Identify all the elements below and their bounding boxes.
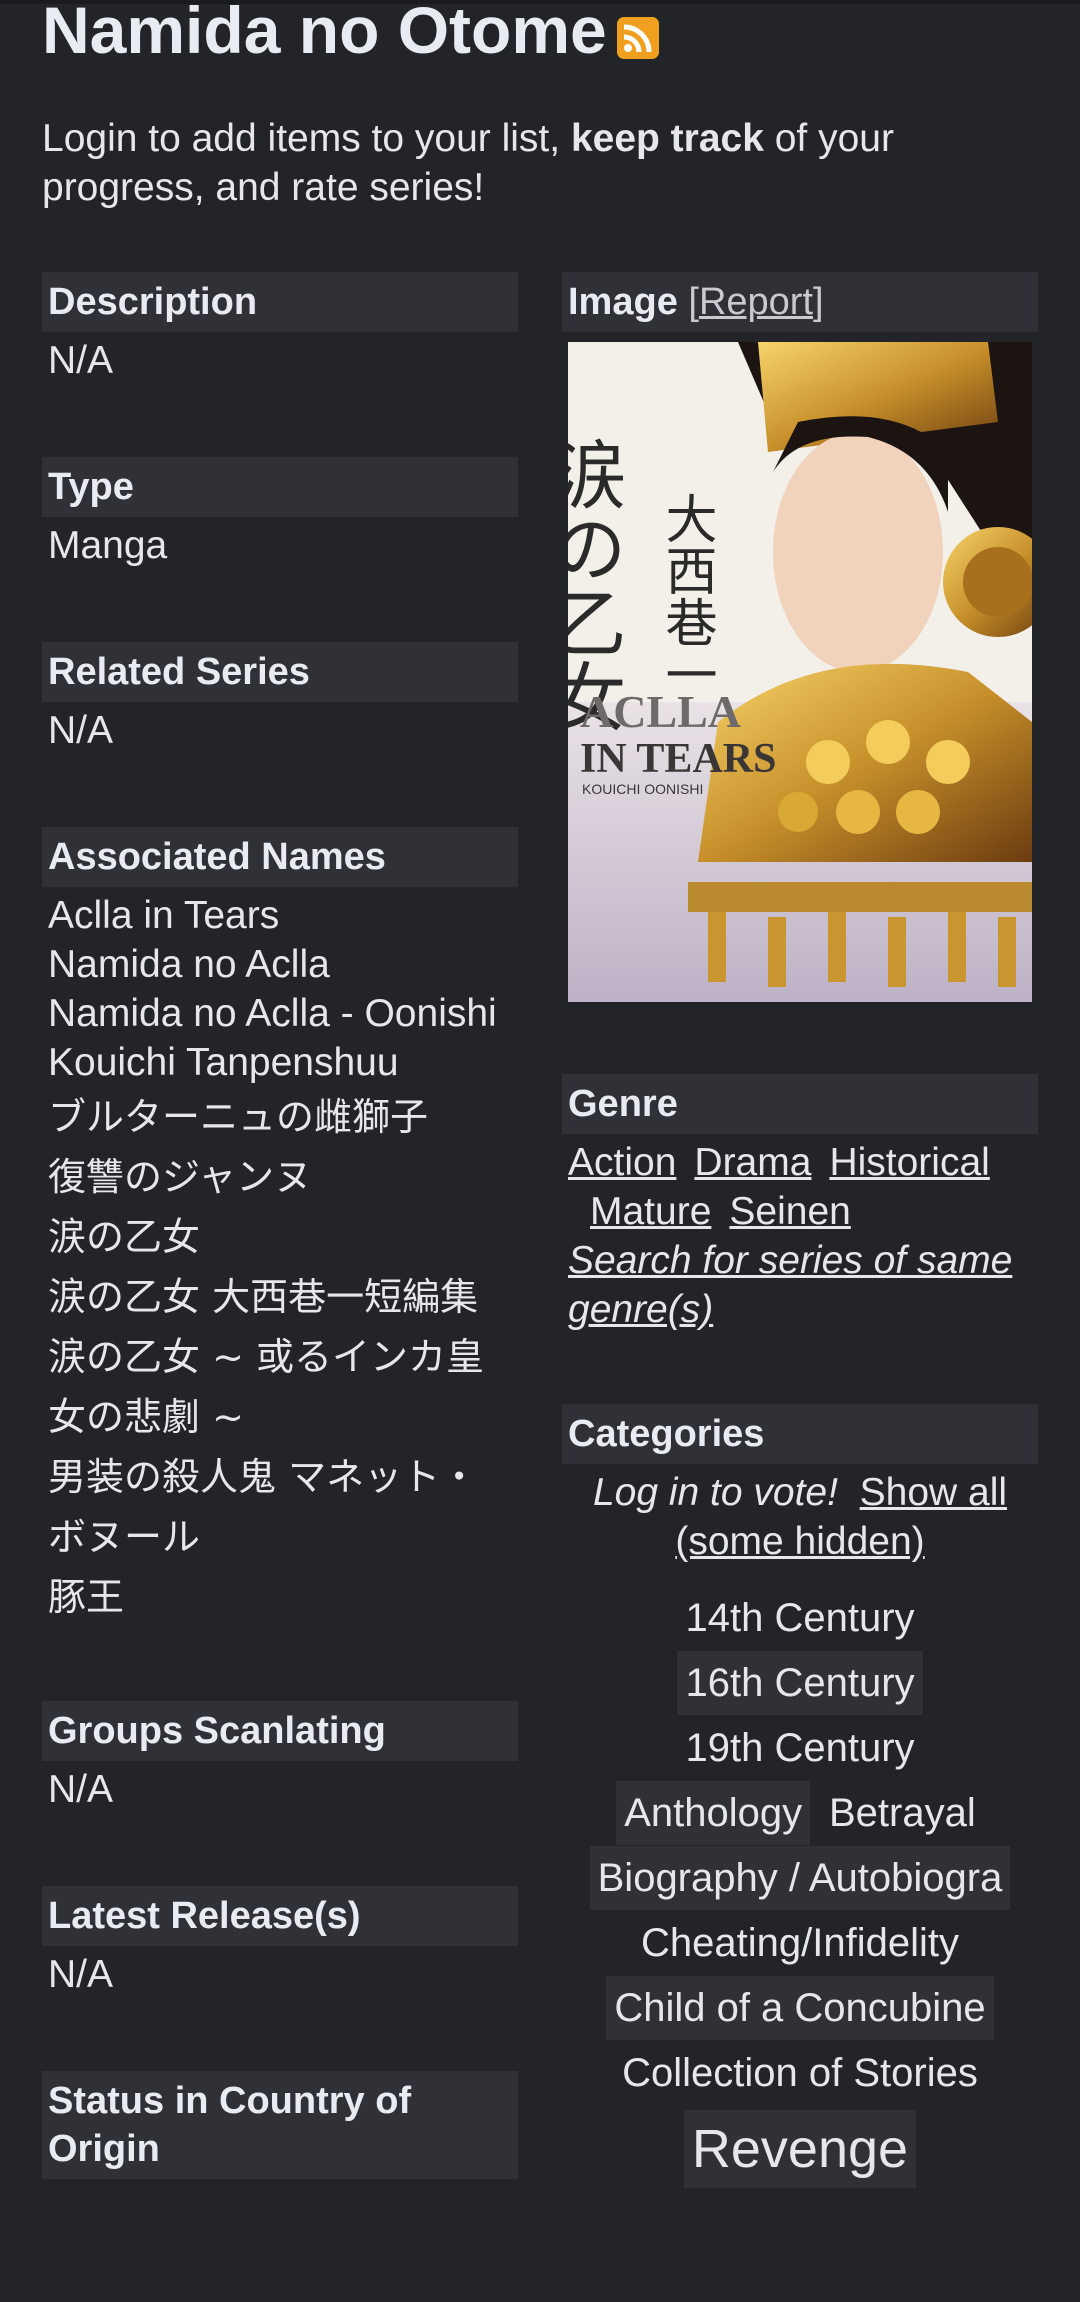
report-wrapper: [Report] bbox=[688, 281, 824, 323]
associated-name: 涙の乙女 大西巷一短編集 bbox=[48, 1275, 479, 1319]
cover-en-line1: ACLLA bbox=[580, 686, 741, 737]
associated-name: 豚王 bbox=[48, 1575, 125, 1619]
type-value: Manga bbox=[48, 524, 168, 567]
description-header: Description bbox=[42, 272, 518, 332]
search-same-genre-link[interactable]: Search for series of same genre(s) bbox=[568, 1236, 1014, 1334]
genre-header: Genre bbox=[562, 1074, 1038, 1134]
associated-name: Namida no Aclla - Oonishi Kouichi Tanpen… bbox=[48, 992, 497, 1084]
related-series-header: Related Series bbox=[42, 642, 518, 702]
associated-name: 男装の殺人鬼 マネット・ボヌール bbox=[48, 1455, 479, 1559]
associated-name: 復讐のジャンヌ bbox=[48, 1155, 313, 1199]
categories-header: Categories bbox=[562, 1404, 1038, 1464]
image-header: Image [Report] bbox=[562, 272, 1038, 332]
genre-link-action[interactable]: Action bbox=[568, 1141, 676, 1184]
left-column: Description N/A Type Manga Related Serie… bbox=[42, 272, 518, 2179]
vote-prompt: Log in to vote! bbox=[592, 1471, 838, 1514]
vote-row: Log in to vote! Show all (some hidden) bbox=[568, 1468, 1032, 1566]
category-item[interactable]: Collection of Stories bbox=[614, 2041, 986, 2105]
related-series-value: N/A bbox=[48, 709, 114, 752]
category-item[interactable]: Child of a Concubine bbox=[606, 1976, 994, 2040]
associated-name: ブルターニュの雌獅子 bbox=[48, 1095, 429, 1139]
category-item[interactable]: Biography / Autobiogra bbox=[589, 1846, 1011, 1910]
category-item[interactable]: Revenge bbox=[683, 2110, 917, 2188]
category-item[interactable]: 14th Century bbox=[677, 1586, 922, 1650]
genre-link-mature[interactable]: Mature bbox=[590, 1190, 711, 1233]
associated-name: 涙の乙女 bbox=[48, 1215, 201, 1259]
groups-scanlating-header: Groups Scanlating bbox=[42, 1701, 518, 1761]
genre-link-seinen[interactable]: Seinen bbox=[729, 1190, 850, 1233]
category-item[interactable]: 16th Century bbox=[677, 1651, 923, 1715]
category-item[interactable]: Cheating/Infidelity bbox=[633, 1911, 967, 1975]
category-item[interactable]: 19th Century bbox=[677, 1716, 922, 1780]
report-link[interactable]: Report bbox=[699, 281, 813, 323]
cover-en-line2: IN TEARS bbox=[580, 736, 776, 782]
associated-name: 涙の乙女 ~ 或るインカ皇女の悲劇 ~ bbox=[48, 1335, 484, 1439]
cover-author-en: KOUICHI OONISHI bbox=[582, 781, 703, 797]
genre-link-historical[interactable]: Historical bbox=[829, 1141, 989, 1184]
right-column: Image [Report] 涙の乙女 大西巷一 ACLLA IN TEARS … bbox=[562, 272, 1038, 2188]
associated-name: Aclla in Tears bbox=[48, 894, 280, 937]
cover-art: 涙の乙女 大西巷一 ACLLA IN TEARS KOUICHI OONISHI bbox=[568, 342, 1032, 1002]
cover-image[interactable]: 涙の乙女 大西巷一 ACLLA IN TEARS KOUICHI OONISHI bbox=[568, 342, 1032, 1002]
categories-body: Log in to vote! Show all (some hidden) 1… bbox=[562, 1464, 1038, 2188]
groups-scanlating-value: N/A bbox=[48, 1768, 114, 1811]
genre-list: Action Drama Historical Mature Seinen Searc… bbox=[562, 1134, 1038, 1334]
associated-names-list: Aclla in Tears Namida no Aclla Namida no… bbox=[42, 887, 518, 1627]
associated-names-header: Associated Names bbox=[42, 827, 518, 887]
image-label: Image bbox=[568, 281, 678, 323]
latest-releases-header: Latest Release(s) bbox=[42, 1886, 518, 1946]
type-header: Type bbox=[42, 457, 518, 517]
rss-icon[interactable] bbox=[616, 17, 659, 59]
cover-jp-author: 大西巷一 bbox=[656, 492, 716, 700]
category-item[interactable]: Betrayal bbox=[821, 1781, 984, 1845]
page-title: Namida no Otome bbox=[42, 0, 659, 67]
genre-link-drama[interactable]: Drama bbox=[694, 1141, 811, 1184]
associated-name: Namida no Aclla bbox=[48, 943, 330, 986]
description-value: N/A bbox=[48, 339, 114, 382]
status-origin-header: Status in Country of Origin bbox=[42, 2071, 518, 2179]
latest-releases-value: N/A bbox=[48, 1953, 114, 1996]
category-list: 14th Century 16th Century 19th Century A… bbox=[568, 1586, 1032, 2188]
category-item[interactable]: Anthology bbox=[616, 1781, 811, 1845]
login-prompt: Login to add items to your list, keep tr… bbox=[42, 117, 894, 209]
